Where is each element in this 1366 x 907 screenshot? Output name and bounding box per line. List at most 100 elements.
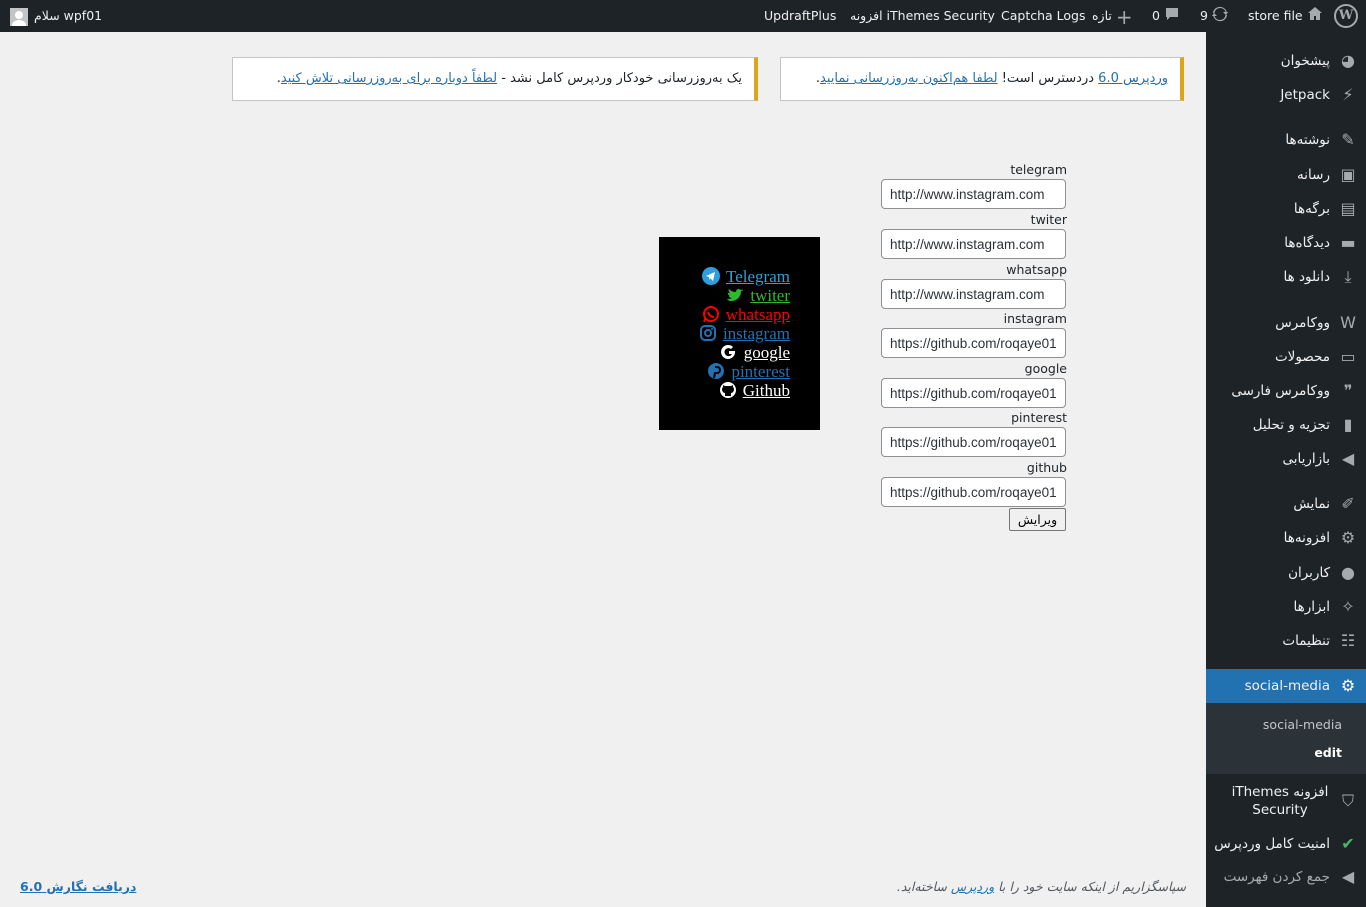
social-link-google[interactable]: google	[720, 343, 790, 363]
google-url-input[interactable]	[881, 378, 1066, 408]
retry-update-link[interactable]: لطفاً دوباره برای به‌روزرسانی تلاش کنید	[281, 71, 497, 86]
social-links-preview: Telegram twiter whatsapp instagram google pin…	[659, 237, 820, 430]
home-icon	[1307, 1, 1323, 33]
sidebar-item-woo[interactable]: W ووکامرس	[1206, 306, 1366, 340]
social-link-whatsapp[interactable]: whatsapp	[702, 305, 790, 325]
updates-menu[interactable]: 9	[1200, 0, 1228, 32]
field-label-instagram: instagram	[1003, 311, 1067, 326]
settings-sliders-icon: ☷	[1340, 631, 1356, 650]
field-label-telegram: telegram	[1010, 162, 1067, 177]
shield-check-icon: ✔	[1341, 834, 1355, 853]
update-now-link[interactable]: لطفا هم‌اکنون به‌روزرسانی نمایید	[820, 71, 998, 86]
pinterest-url-input[interactable]	[881, 427, 1066, 457]
whatsapp-icon	[702, 305, 720, 323]
sidebar-item-label: جمع کردن فهرست	[1223, 869, 1330, 885]
social-link-label: twiter	[750, 286, 790, 305]
sidebar-item-collapse[interactable]: ◀ جمع کردن فهرست	[1206, 860, 1366, 894]
social-link-github[interactable]: Github	[719, 381, 790, 401]
admin-bar: سلام wpf01 UpdraftPlus افزونه iThemes Se…	[0, 0, 1366, 32]
sidebar-item-label: محصولات	[1274, 349, 1330, 365]
wordpress-logo-icon[interactable]: W	[1334, 4, 1358, 28]
user-account-menu[interactable]: سلام wpf01	[10, 0, 102, 32]
submenu-item-social-media[interactable]: social-media	[1263, 717, 1342, 732]
sidebar-item-quote[interactable]: ❞ ووکامرس فارسی	[1206, 374, 1366, 408]
wordpress-version-link[interactable]: وردپرس 6.0	[1098, 71, 1168, 86]
twiter-url-input[interactable]	[881, 229, 1066, 259]
sidebar-item-shield[interactable]: ⛉ افزونه iThemes Security	[1206, 784, 1366, 818]
shield-icon: ⛉	[1341, 791, 1354, 810]
updates-count: 9	[1200, 8, 1208, 23]
captcha-logs-menu[interactable]: Captcha Logs	[1001, 0, 1086, 32]
sidebar-item-archive[interactable]: ▭ محصولات	[1206, 340, 1366, 374]
archive-icon: ▭	[1340, 347, 1356, 366]
gear-icon: ⚙	[1340, 676, 1356, 695]
sidebar-item-page[interactable]: ▤ برگه‌ها	[1206, 192, 1366, 226]
site-name-menu[interactable]: store file	[1248, 0, 1323, 32]
comments-count: 0	[1152, 8, 1160, 23]
woo-icon: W	[1340, 313, 1356, 332]
sidebar-item-plugin[interactable]: ⚙ افزونه‌ها	[1206, 521, 1366, 555]
footer-thanks-end: ساخته‌اید.	[896, 879, 951, 894]
update-available-notice: وردپرس 6.0 دردسترس است! لطفا هم‌اکنون به…	[780, 57, 1184, 101]
sidebar-item-wrench[interactable]: ✧ ابزارها	[1206, 590, 1366, 624]
sidebar-item-download[interactable]: ⤓ دانلود ها	[1206, 260, 1366, 294]
github-url-input[interactable]	[881, 477, 1066, 507]
version-link[interactable]: دریافت نگارش 6.0	[20, 879, 136, 894]
sidebar-item-label: برگه‌ها	[1293, 201, 1330, 217]
social-link-telegram[interactable]: Telegram	[702, 267, 790, 287]
social-link-instagram[interactable]: instagram	[699, 324, 790, 344]
submenu-item-edit[interactable]: edit	[1314, 745, 1342, 760]
sidebar-item-shield-check[interactable]: ✔ امنیت کامل وردپرس	[1206, 827, 1366, 861]
sidebar-item-chart-bar[interactable]: ▮ تجزیه و تحلیل	[1206, 408, 1366, 442]
sidebar-item-label: دانلود ها	[1283, 269, 1331, 285]
field-label-twiter: twiter	[1030, 212, 1067, 227]
brush-icon: ✐	[1341, 494, 1355, 513]
pinterest-icon	[707, 362, 725, 380]
footer-wordpress-link[interactable]: وردپرس	[951, 879, 994, 894]
whatsapp-url-input[interactable]	[881, 279, 1066, 309]
collapse-icon: ◀	[1341, 867, 1355, 886]
sidebar-item-comment[interactable]: ▬ دیدگاه‌ها	[1206, 226, 1366, 260]
download-icon: ⤓	[1344, 267, 1352, 286]
google-icon	[720, 343, 738, 361]
github-icon	[719, 381, 737, 399]
plugin-icon: ⚙	[1340, 528, 1356, 547]
user-icon: ●	[1341, 563, 1355, 582]
telegram-url-input[interactable]	[881, 179, 1066, 209]
social-link-pinterest[interactable]: pinterest	[707, 362, 790, 382]
sidebar-item-label: نوشته‌ها	[1285, 132, 1330, 148]
sidebar-item-label: social-media	[1244, 678, 1330, 694]
comments-menu[interactable]: 0	[1152, 0, 1180, 32]
telegram-icon	[702, 267, 721, 285]
social-link-label: google	[743, 343, 790, 362]
sidebar-item-user[interactable]: ● کاربران	[1206, 556, 1366, 590]
sidebar-item-label: امنیت کامل وردپرس	[1214, 836, 1330, 852]
sidebar-item-brush[interactable]: ✐ نمایش	[1206, 487, 1366, 521]
quote-icon: ❞	[1343, 381, 1353, 400]
new-content-menu[interactable]: تازه +	[1092, 0, 1133, 32]
ithemes-security-menu[interactable]: افزونه iThemes Security	[850, 0, 995, 32]
sidebar-item-jetpack[interactable]: ⚡ Jetpack	[1206, 78, 1366, 112]
updraftplus-menu[interactable]: UpdraftPlus	[764, 0, 836, 32]
instagram-url-input[interactable]	[881, 328, 1066, 358]
sidebar-item-pin[interactable]: ✎ نوشته‌ها	[1206, 123, 1366, 157]
sidebar-item-gear[interactable]: ⚙ social-media	[1198, 669, 1366, 703]
sidebar-item-megaphone[interactable]: ◀ بازاریابی	[1206, 442, 1366, 476]
sidebar-item-label: تنظیمات	[1282, 633, 1330, 649]
comment-icon: ▬	[1340, 233, 1356, 252]
social-link-twiter[interactable]: twiter	[726, 286, 790, 306]
social-link-label: instagram	[722, 324, 790, 343]
user-greeting: سلام wpf01	[34, 8, 103, 23]
edit-submit-button[interactable]: ویرایش	[1009, 508, 1066, 531]
sidebar-item-settings-sliders[interactable]: ☷ تنظیمات	[1206, 624, 1366, 658]
sidebar-item-dashboard[interactable]: ◕ پیشخوان	[1206, 44, 1366, 78]
sidebar-item-label: رسانه	[1297, 167, 1330, 183]
social-media-submenu: social-media edit	[1206, 702, 1366, 774]
sidebar-item-label: نمایش	[1293, 496, 1330, 512]
field-label-github: github	[1026, 460, 1067, 475]
pin-icon: ✎	[1341, 130, 1355, 149]
sidebar-item-label: ووکامرس فارسی	[1231, 383, 1330, 399]
twitter-icon	[726, 286, 744, 304]
sidebar-item-media[interactable]: ▣ رسانه	[1206, 158, 1366, 192]
footer-thanks-text: سپاسگزاریم از اینکه سایت خود را با	[994, 879, 1186, 894]
